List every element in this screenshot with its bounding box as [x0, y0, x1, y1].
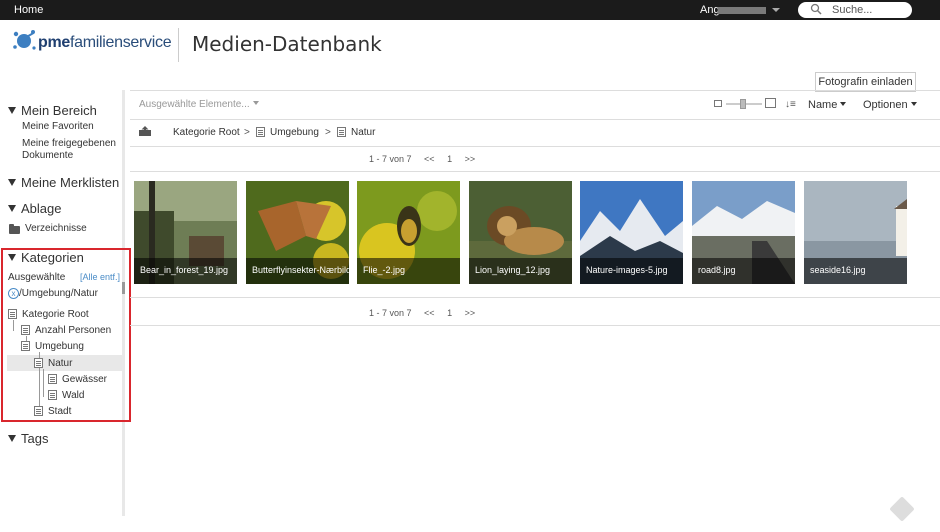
pager-prev[interactable]: << [424, 154, 435, 164]
remove-all-link[interactable]: [Alle entf.] [80, 272, 120, 282]
section-tags[interactable]: Tags [8, 431, 48, 446]
link-verzeichnisse[interactable]: Verzeichnisse [25, 223, 87, 235]
options-dropdown[interactable]: Optionen [863, 99, 917, 111]
triangle-down-icon [8, 254, 16, 261]
search-icon [810, 3, 822, 15]
pager-next[interactable]: >> [465, 154, 476, 164]
tree-item-gewaesser[interactable]: Gewässer [62, 374, 107, 385]
tree-item-anzahl-personen[interactable]: Anzahl Personen [35, 325, 111, 336]
category-icon [8, 309, 17, 319]
image-caption: Butterflyinsekter-Nærbilde [246, 258, 349, 284]
chevron-down-icon[interactable] [772, 8, 780, 12]
tree-item-natur[interactable]: Natur [48, 358, 72, 369]
divider [130, 325, 940, 326]
image-caption: Lion_laying_12.jpg [469, 258, 572, 284]
divider [130, 297, 940, 298]
image-caption: seaside16.jpg [804, 258, 907, 284]
selected-category-path: /Umgebung/Natur [19, 288, 98, 299]
pager-top: 1 - 7 von 7 << 1 >> [369, 154, 485, 164]
sort-dropdown[interactable]: Name [808, 99, 847, 111]
link-meine-favoriten[interactable]: Meine Favoriten [22, 121, 94, 133]
breadcrumb-separator: > [325, 127, 331, 138]
image-tile[interactable]: Flie_-2.jpg [357, 181, 460, 284]
pager-page[interactable]: 1 [447, 154, 452, 164]
folder-up-icon[interactable] [139, 126, 151, 136]
brand-name: pmefamilienservice [38, 34, 172, 51]
header-divider [178, 28, 179, 62]
category-icon [48, 390, 57, 400]
category-icon [337, 127, 346, 137]
chevron-down-icon [910, 102, 917, 106]
selected-label: Ausgewählte [8, 272, 66, 283]
section-mein-bereich[interactable]: Mein Bereich [8, 103, 97, 118]
section-ablage[interactable]: Ablage [8, 201, 61, 216]
image-tile[interactable]: Butterflyinsekter-Nærbilde [246, 181, 349, 284]
user-name-redacted [718, 7, 766, 14]
invite-photographer-button[interactable]: Fotografin einladen [815, 72, 916, 92]
divider [130, 90, 940, 91]
section-meine-merklisten[interactable]: Meine Merklisten [8, 175, 119, 190]
image-caption: Bear_in_forest_19.jpg [134, 258, 237, 284]
triangle-down-icon [8, 205, 16, 212]
divider [130, 119, 940, 120]
breadcrumb-natur: Natur [351, 127, 376, 138]
image-tile[interactable]: Nature-images-5.jpg [580, 181, 683, 284]
slider-handle[interactable] [740, 99, 746, 109]
section-kategorien[interactable]: Kategorien [8, 250, 84, 265]
logo[interactable]: pmefamilienservice [12, 28, 180, 58]
breadcrumb-kategorie-root[interactable]: Kategorie Root [173, 127, 240, 138]
splash-logo-icon [13, 30, 36, 50]
category-icon [21, 325, 30, 335]
search-placeholder: Suche... [832, 4, 873, 16]
tree-connector [43, 369, 44, 397]
triangle-down-icon [8, 179, 16, 186]
tree-item-umgebung[interactable]: Umgebung [35, 341, 84, 352]
search-input[interactable]: Suche... [798, 2, 912, 18]
thumbnail-small-icon[interactable] [714, 100, 722, 107]
feedback-icon[interactable] [889, 496, 915, 522]
selected-elements-dropdown[interactable]: Ausgewählte Elemente... [139, 99, 259, 110]
folder-icon [9, 224, 20, 234]
tree-item-wald[interactable]: Wald [62, 390, 84, 401]
chevron-down-icon [840, 102, 847, 106]
image-caption: road8.jpg [692, 258, 795, 284]
link-meine-freigegebenen[interactable]: Meine freigegebenen Dokumente [22, 138, 122, 162]
pager-range: 1 - 7 von 7 [369, 154, 412, 164]
breadcrumb-umgebung[interactable]: Umgebung [270, 127, 319, 138]
home-link[interactable]: Home [14, 4, 43, 16]
image-tile[interactable]: road8.jpg [692, 181, 795, 284]
category-icon [34, 406, 43, 416]
pager-page[interactable]: 1 [447, 308, 452, 318]
breadcrumb-separator: > [244, 127, 250, 138]
tree-item-kategorie-root[interactable]: Kategorie Root [22, 309, 89, 320]
image-tile[interactable]: Bear_in_forest_19.jpg [134, 181, 237, 284]
divider [130, 171, 940, 172]
category-icon [48, 374, 57, 384]
image-tile[interactable]: seaside16.jpg [804, 181, 907, 284]
tree-connector [13, 320, 14, 331]
image-caption: Flie_-2.jpg [357, 258, 460, 284]
remove-filter-icon[interactable]: x [8, 288, 19, 299]
pager-bottom: 1 - 7 von 7 << 1 >> [369, 308, 485, 318]
category-icon [34, 358, 43, 368]
top-bar: Home Ang Suche... [0, 0, 940, 20]
category-icon [21, 341, 30, 351]
tree-item-stadt[interactable]: Stadt [48, 406, 71, 417]
category-icon [256, 127, 265, 137]
divider [130, 146, 940, 147]
pager-prev[interactable]: << [424, 308, 435, 318]
sort-order-icon[interactable]: ↓≡ [785, 99, 796, 110]
image-tile[interactable]: Lion_laying_12.jpg [469, 181, 572, 284]
pager-range: 1 - 7 von 7 [369, 308, 412, 318]
user-menu[interactable]: Ang [700, 4, 720, 16]
page-title: Medien-Datenbank [192, 32, 382, 56]
triangle-down-icon [8, 435, 16, 442]
header: pmefamilienservice Medien-Datenbank [0, 20, 940, 70]
pager-next[interactable]: >> [465, 308, 476, 318]
thumbnail-large-icon[interactable] [765, 98, 776, 108]
chevron-down-icon [252, 101, 259, 105]
triangle-down-icon [8, 107, 16, 114]
image-caption: Nature-images-5.jpg [580, 258, 683, 284]
